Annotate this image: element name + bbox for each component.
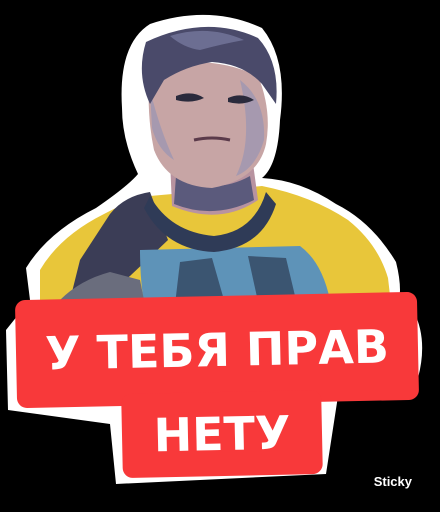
caption-line-2: НЕТУ — [121, 389, 323, 479]
watermark-label: Sticky — [373, 474, 412, 489]
caption-line-1: У ТЕБЯ ПРАВ — [14, 291, 420, 409]
